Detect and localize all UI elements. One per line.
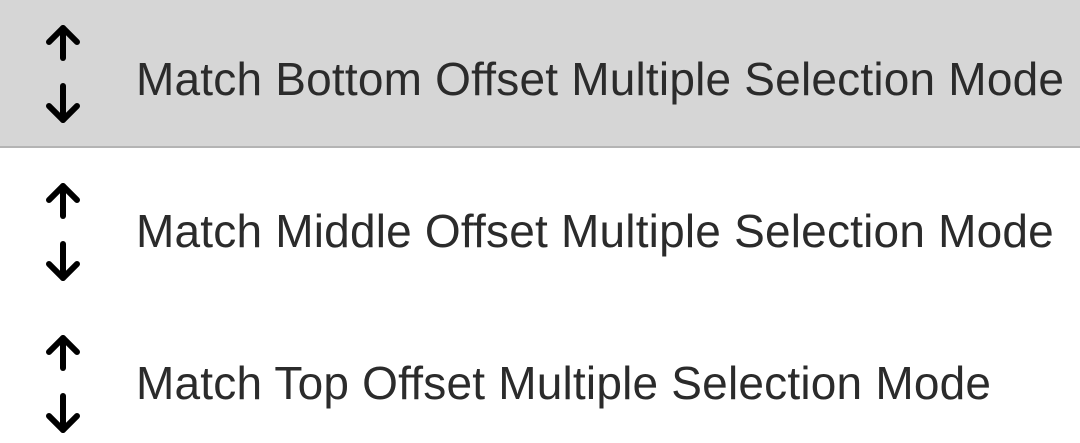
menu-item-match-bottom-offset[interactable]: Match Bottom Offset Multiple Selection M… [0, 0, 1080, 148]
menu-item-match-middle-offset[interactable]: Match Middle Offset Multiple Selection M… [0, 150, 1080, 298]
vertical-arrows-icon [46, 335, 80, 433]
menu-item-match-top-offset[interactable]: Match Top Offset Multiple Selection Mode [0, 300, 1080, 443]
vertical-arrows-icon [46, 25, 80, 123]
menu-item-label: Match Bottom Offset Multiple Selection M… [136, 53, 1065, 105]
menu-item-label: Match Middle Offset Multiple Selection M… [136, 205, 1054, 257]
selection-mode-menu: Match Bottom Offset Multiple Selection M… [0, 0, 1080, 443]
vertical-arrows-icon [46, 183, 80, 281]
menu-item-label: Match Top Offset Multiple Selection Mode [136, 357, 992, 409]
